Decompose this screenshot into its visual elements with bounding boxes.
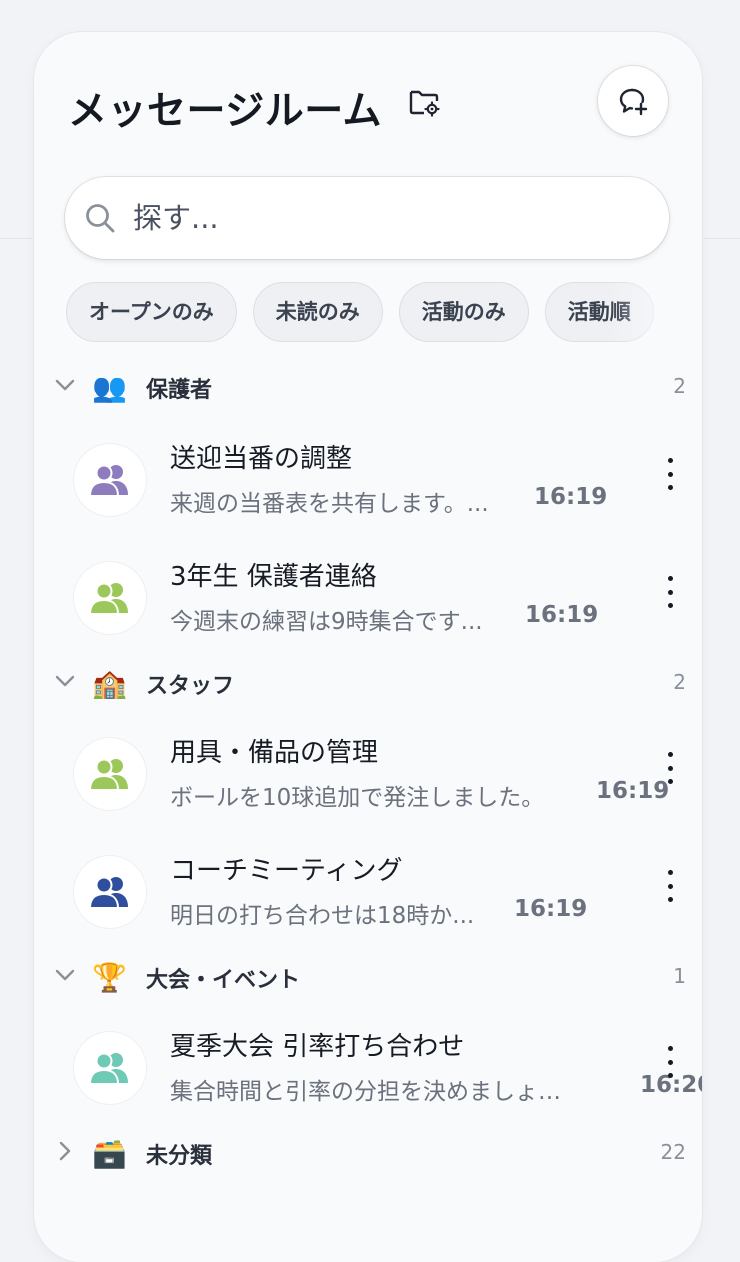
more-options-button[interactable] [658,866,682,906]
message-room-panel: メッセージルーム オープンのみ未読のみ活動のみ活動順 [34,32,702,1262]
chevron-down-icon [55,969,75,981]
room-time: 16:19 [525,602,599,628]
avatar [74,738,146,810]
room-time: 16:19 [514,896,588,922]
room-preview: 集合時間と引率の分担を決めましょ… [170,1079,561,1105]
section-label: スタッフ [146,674,235,699]
more-options-button[interactable] [658,748,682,788]
avatar [74,856,146,928]
room-name: 3年生 保護者連絡 [170,562,377,592]
room-name: 送迎当番の調整 [170,444,353,474]
room-item[interactable]: 夏季大会 引率打ち合わせ 集合時間と引率の分担を決めましょ… 16:20 [34,1026,702,1138]
section-label: 未分類 [146,1144,213,1169]
room-name: コーチミーティング [170,856,403,886]
section-count: 2 [673,670,686,694]
avatar [74,444,146,516]
more-options-button[interactable] [658,454,682,494]
section-header-uncategorized[interactable]: 🗃️ 未分類 22 [34,1132,702,1176]
room-preview: 来週の当番表を共有します。... [170,491,489,517]
section-count: 1 [673,964,686,988]
section-header-staff[interactable]: 🏫 スタッフ 2 [34,662,702,706]
section-count: 2 [673,374,686,398]
room-name: 用具・備品の管理 [170,738,379,768]
chevron-down-icon [55,379,75,391]
new-chat-button[interactable] [598,66,668,136]
room-preview: ボールを10球追加で発注しました。 [170,785,545,811]
section-count: 22 [660,1140,686,1164]
room-item[interactable]: 用具・備品の管理 ボールを10球追加で発注しました。 16:19 [34,732,702,844]
folder-settings-icon[interactable] [408,87,440,117]
group-icon [88,1052,128,1085]
room-preview: 今週末の練習は9時集合です... [170,609,483,635]
filter-chip-activity-order[interactable]: 活動順 [544,282,654,342]
search-input[interactable] [131,200,615,236]
background-divider [704,238,740,239]
filter-chip-unread[interactable]: 未読のみ [252,282,383,342]
room-name: 夏季大会 引率打ち合わせ [170,1032,465,1062]
room-time: 16:19 [534,484,608,510]
background-divider [0,238,36,239]
room-item[interactable]: 送迎当番の調整 来週の当番表を共有します。... 16:19 [34,438,702,550]
section-header-events[interactable]: 🏆 大会・イベント 1 [34,956,702,1000]
section-label: 大会・イベント [146,968,301,993]
school-icon: 🏫 [92,667,127,700]
filter-chip-open[interactable]: オープンのみ [66,282,237,342]
search-bar[interactable] [65,177,669,259]
section-label: 保護者 [146,378,213,403]
page-title: メッセージルーム [68,89,383,134]
more-options-button[interactable] [658,1042,682,1082]
filter-chips: オープンのみ 未読のみ 活動のみ 活動順 [66,282,686,344]
group-icon [88,758,128,791]
chevron-right-icon [59,1141,71,1161]
group-icon [88,582,128,615]
section-header-parents[interactable]: 👥 保護者 2 [34,366,702,410]
avatar [74,1032,146,1104]
trophy-icon: 🏆 [92,961,127,994]
search-icon [86,204,115,233]
group-icon [88,876,128,909]
room-preview: 明日の打ち合わせは18時か... [170,903,475,929]
group-icon [88,464,128,497]
people-icon: 👥 [92,371,127,404]
chevron-down-icon [55,675,75,687]
filter-chip-active[interactable]: 活動のみ [398,282,529,342]
more-options-button[interactable] [658,572,682,612]
avatar [74,562,146,634]
room-item[interactable]: 3年生 保護者連絡 今週末の練習は9時集合です... 16:19 [34,556,702,668]
box-icon: 🗃️ [92,1137,127,1170]
new-chat-icon [619,88,648,116]
room-item[interactable]: コーチミーティング 明日の打ち合わせは18時か... 16:19 [34,850,702,962]
